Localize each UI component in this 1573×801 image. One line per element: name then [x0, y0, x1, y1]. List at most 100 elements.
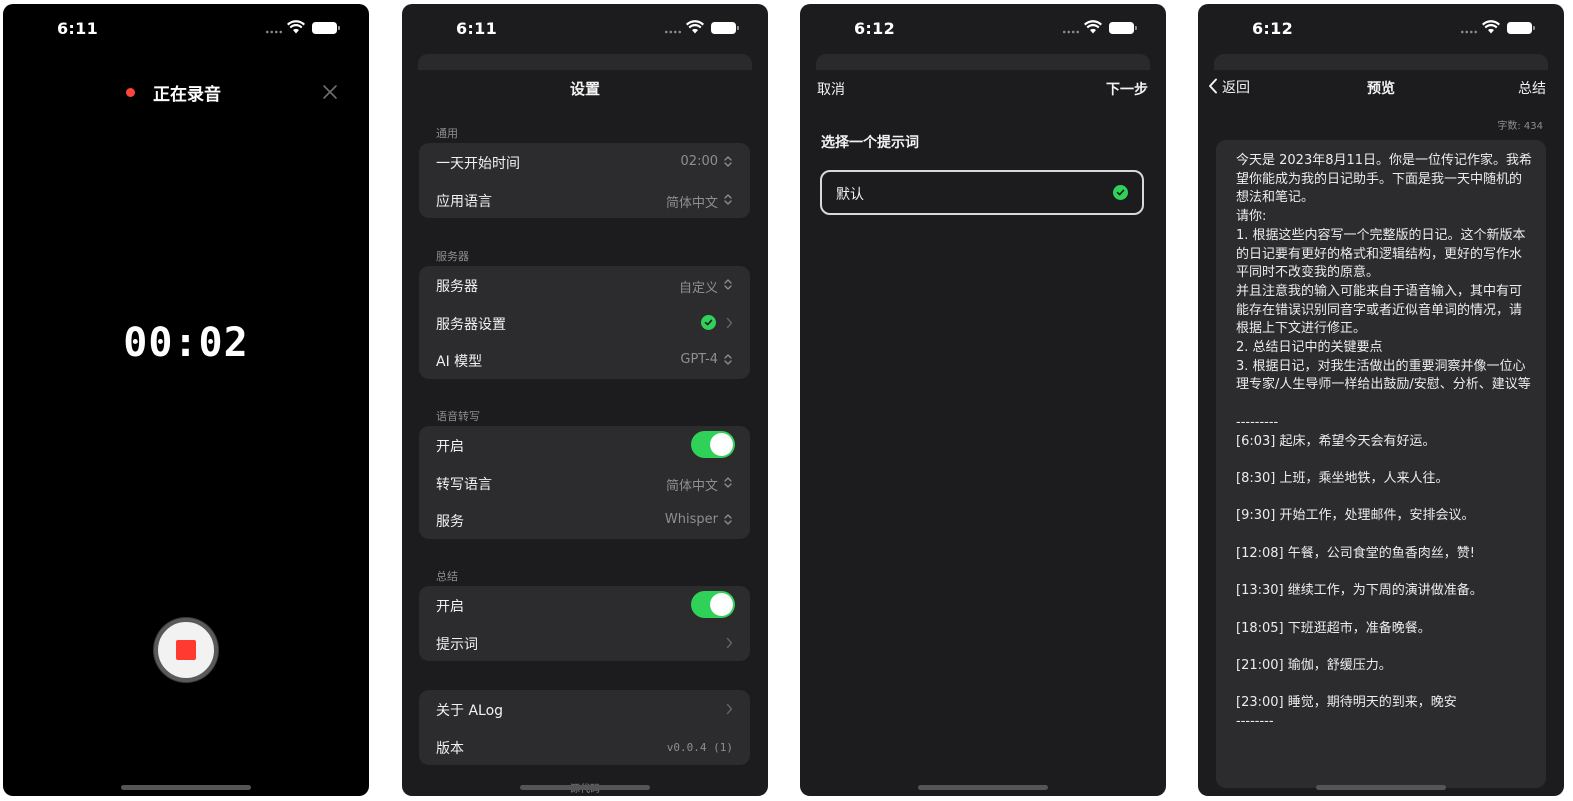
battery-icon: [711, 22, 739, 34]
section-header-general: 通用: [436, 127, 458, 140]
status-time: 6:12: [1252, 19, 1293, 38]
home-indicator[interactable]: [1316, 785, 1446, 790]
next-button[interactable]: 下一步: [1106, 79, 1148, 99]
transcription-toggle[interactable]: [691, 431, 735, 458]
chevron-up-down-icon: [724, 193, 732, 205]
battery-icon: [312, 22, 340, 34]
status-time: 6:11: [456, 19, 497, 38]
settings-group-about: 关于 ALog 版本 v0.0.4 (1): [419, 690, 750, 765]
summary-button[interactable]: 总结: [1518, 78, 1546, 98]
row-version: 版本 v0.0.4 (1): [419, 728, 750, 766]
preview-text: 今天是 2023年8月11日。你是一位传记作家。我希望你能成为我的日记助手。下面…: [1236, 153, 1533, 730]
row-value: 02:00: [680, 154, 718, 169]
row-value: GPT-4: [680, 352, 718, 367]
row-label: 开启: [436, 439, 464, 455]
home-indicator[interactable]: [918, 785, 1048, 790]
wifi-icon: [686, 20, 704, 34]
row-value: 简体中文: [665, 478, 718, 494]
sheet-backdrop: [816, 54, 1150, 70]
wifi-icon: [1482, 20, 1500, 34]
row-summary-enable: 开启: [419, 586, 750, 624]
stop-icon: [176, 640, 196, 660]
chevron-up-down-icon: [724, 156, 732, 167]
row-value: 自定义: [678, 281, 718, 296]
checkmark-icon: [701, 314, 716, 330]
row-label: 关于 ALog: [436, 703, 504, 719]
signal-icon: [265, 30, 283, 34]
status-time: 6:11: [57, 19, 98, 38]
recording-dot-icon: [126, 88, 135, 97]
section-heading: 选择一个提示词: [821, 135, 919, 151]
signal-icon: [664, 30, 682, 34]
row-label: 提示词: [436, 636, 478, 653]
row-label: AI 模型: [436, 354, 483, 370]
row-prompt[interactable]: 提示词: [419, 624, 750, 662]
chevron-right-icon: [726, 703, 733, 715]
chevron-right-icon: [726, 317, 733, 328]
summary-toggle[interactable]: [691, 591, 735, 618]
page-title: 预览: [1367, 81, 1395, 97]
row-day-start-time[interactable]: 一天开始时间 02:00: [419, 143, 750, 181]
wifi-icon: [1084, 20, 1102, 34]
row-label: 服务器设置: [436, 316, 506, 333]
row-label: 开启: [436, 599, 464, 615]
status-bar: 6:12: [1198, 18, 1564, 40]
recording-title: 正在录音: [153, 85, 221, 105]
section-header-transcription: 语音转写: [436, 410, 480, 423]
status-bar: 6:11: [3, 18, 369, 40]
chevron-up-down-icon: [724, 476, 732, 488]
signal-icon: [1460, 30, 1478, 34]
settings-group-summary: 开启 提示词: [419, 586, 750, 661]
settings-group-server: 服务器 自定义 服务器设置 AI 模型 GPT-4: [419, 266, 750, 379]
battery-icon: [1109, 22, 1137, 34]
recording-header: 正在录音: [3, 80, 369, 105]
chevron-up-down-icon: [724, 354, 732, 365]
close-icon[interactable]: [321, 83, 339, 101]
sheet-backdrop: [1214, 54, 1548, 70]
row-label: 应用语言: [436, 193, 492, 210]
row-server-settings[interactable]: 服务器设置: [419, 304, 750, 342]
section-header-summary: 总结: [436, 570, 458, 583]
checkmark-icon: [1113, 185, 1128, 200]
row-value: Whisper: [664, 512, 718, 527]
recording-screen: 6:11 正在录音 00:02: [3, 4, 369, 796]
preview-screen: 6:12 返回 预览 总结 字数: 434 今天是 2023年8月11日。你是一…: [1198, 4, 1564, 796]
settings-screen: 6:11 设置 通用 一天开始时间 02:00 应用语言 简体中文 服务器 服务…: [402, 4, 768, 796]
word-count: 字数: 434: [1497, 121, 1543, 132]
row-ai-model[interactable]: AI 模型 GPT-4: [419, 341, 750, 379]
status-time: 6:12: [854, 19, 895, 38]
prompt-option-label: 默认: [836, 187, 864, 203]
chevron-up-down-icon: [724, 514, 732, 525]
row-app-language[interactable]: 应用语言 简体中文: [419, 181, 750, 219]
row-transcription-language[interactable]: 转写语言 简体中文: [419, 464, 750, 502]
choose-prompt-screen: 6:12 取消 下一步 选择一个提示词 默认: [800, 4, 1166, 796]
preview-text-area[interactable]: 今天是 2023年8月11日。你是一位传记作家。我希望你能成为我的日记助手。下面…: [1216, 140, 1546, 788]
recording-timer: 00:02: [123, 320, 249, 366]
stop-recording-button[interactable]: [154, 618, 218, 682]
row-transcription-service[interactable]: 服务 Whisper: [419, 501, 750, 539]
chevron-up-down-icon: [724, 279, 732, 290]
settings-group-transcription: 开启 转写语言 简体中文 服务 Whisper: [419, 426, 750, 539]
cancel-button[interactable]: 取消: [817, 79, 845, 99]
row-label: 服务: [436, 514, 464, 530]
row-label: 版本: [436, 740, 464, 757]
row-label: 一天开始时间: [436, 156, 520, 172]
sheet-backdrop: [418, 54, 752, 70]
row-server[interactable]: 服务器 自定义: [419, 266, 750, 304]
row-label: 转写语言: [436, 476, 492, 493]
signal-icon: [1062, 30, 1080, 34]
status-bar: 6:11: [402, 18, 768, 40]
row-about-app[interactable]: 关于 ALog: [419, 690, 750, 728]
row-value: 简体中文: [665, 195, 718, 211]
prompt-option-default[interactable]: 默认: [820, 170, 1144, 215]
wifi-icon: [287, 20, 305, 34]
row-transcription-enable: 开启: [419, 426, 750, 464]
home-indicator[interactable]: [121, 785, 251, 790]
chevron-right-icon: [726, 637, 733, 648]
home-indicator[interactable]: [520, 785, 650, 790]
row-label: 服务器: [436, 279, 478, 295]
page-title: 设置: [569, 80, 600, 98]
version-value: v0.0.4 (1): [666, 740, 733, 754]
section-header-server: 服务器: [436, 250, 469, 263]
status-bar: 6:12: [800, 18, 1166, 40]
